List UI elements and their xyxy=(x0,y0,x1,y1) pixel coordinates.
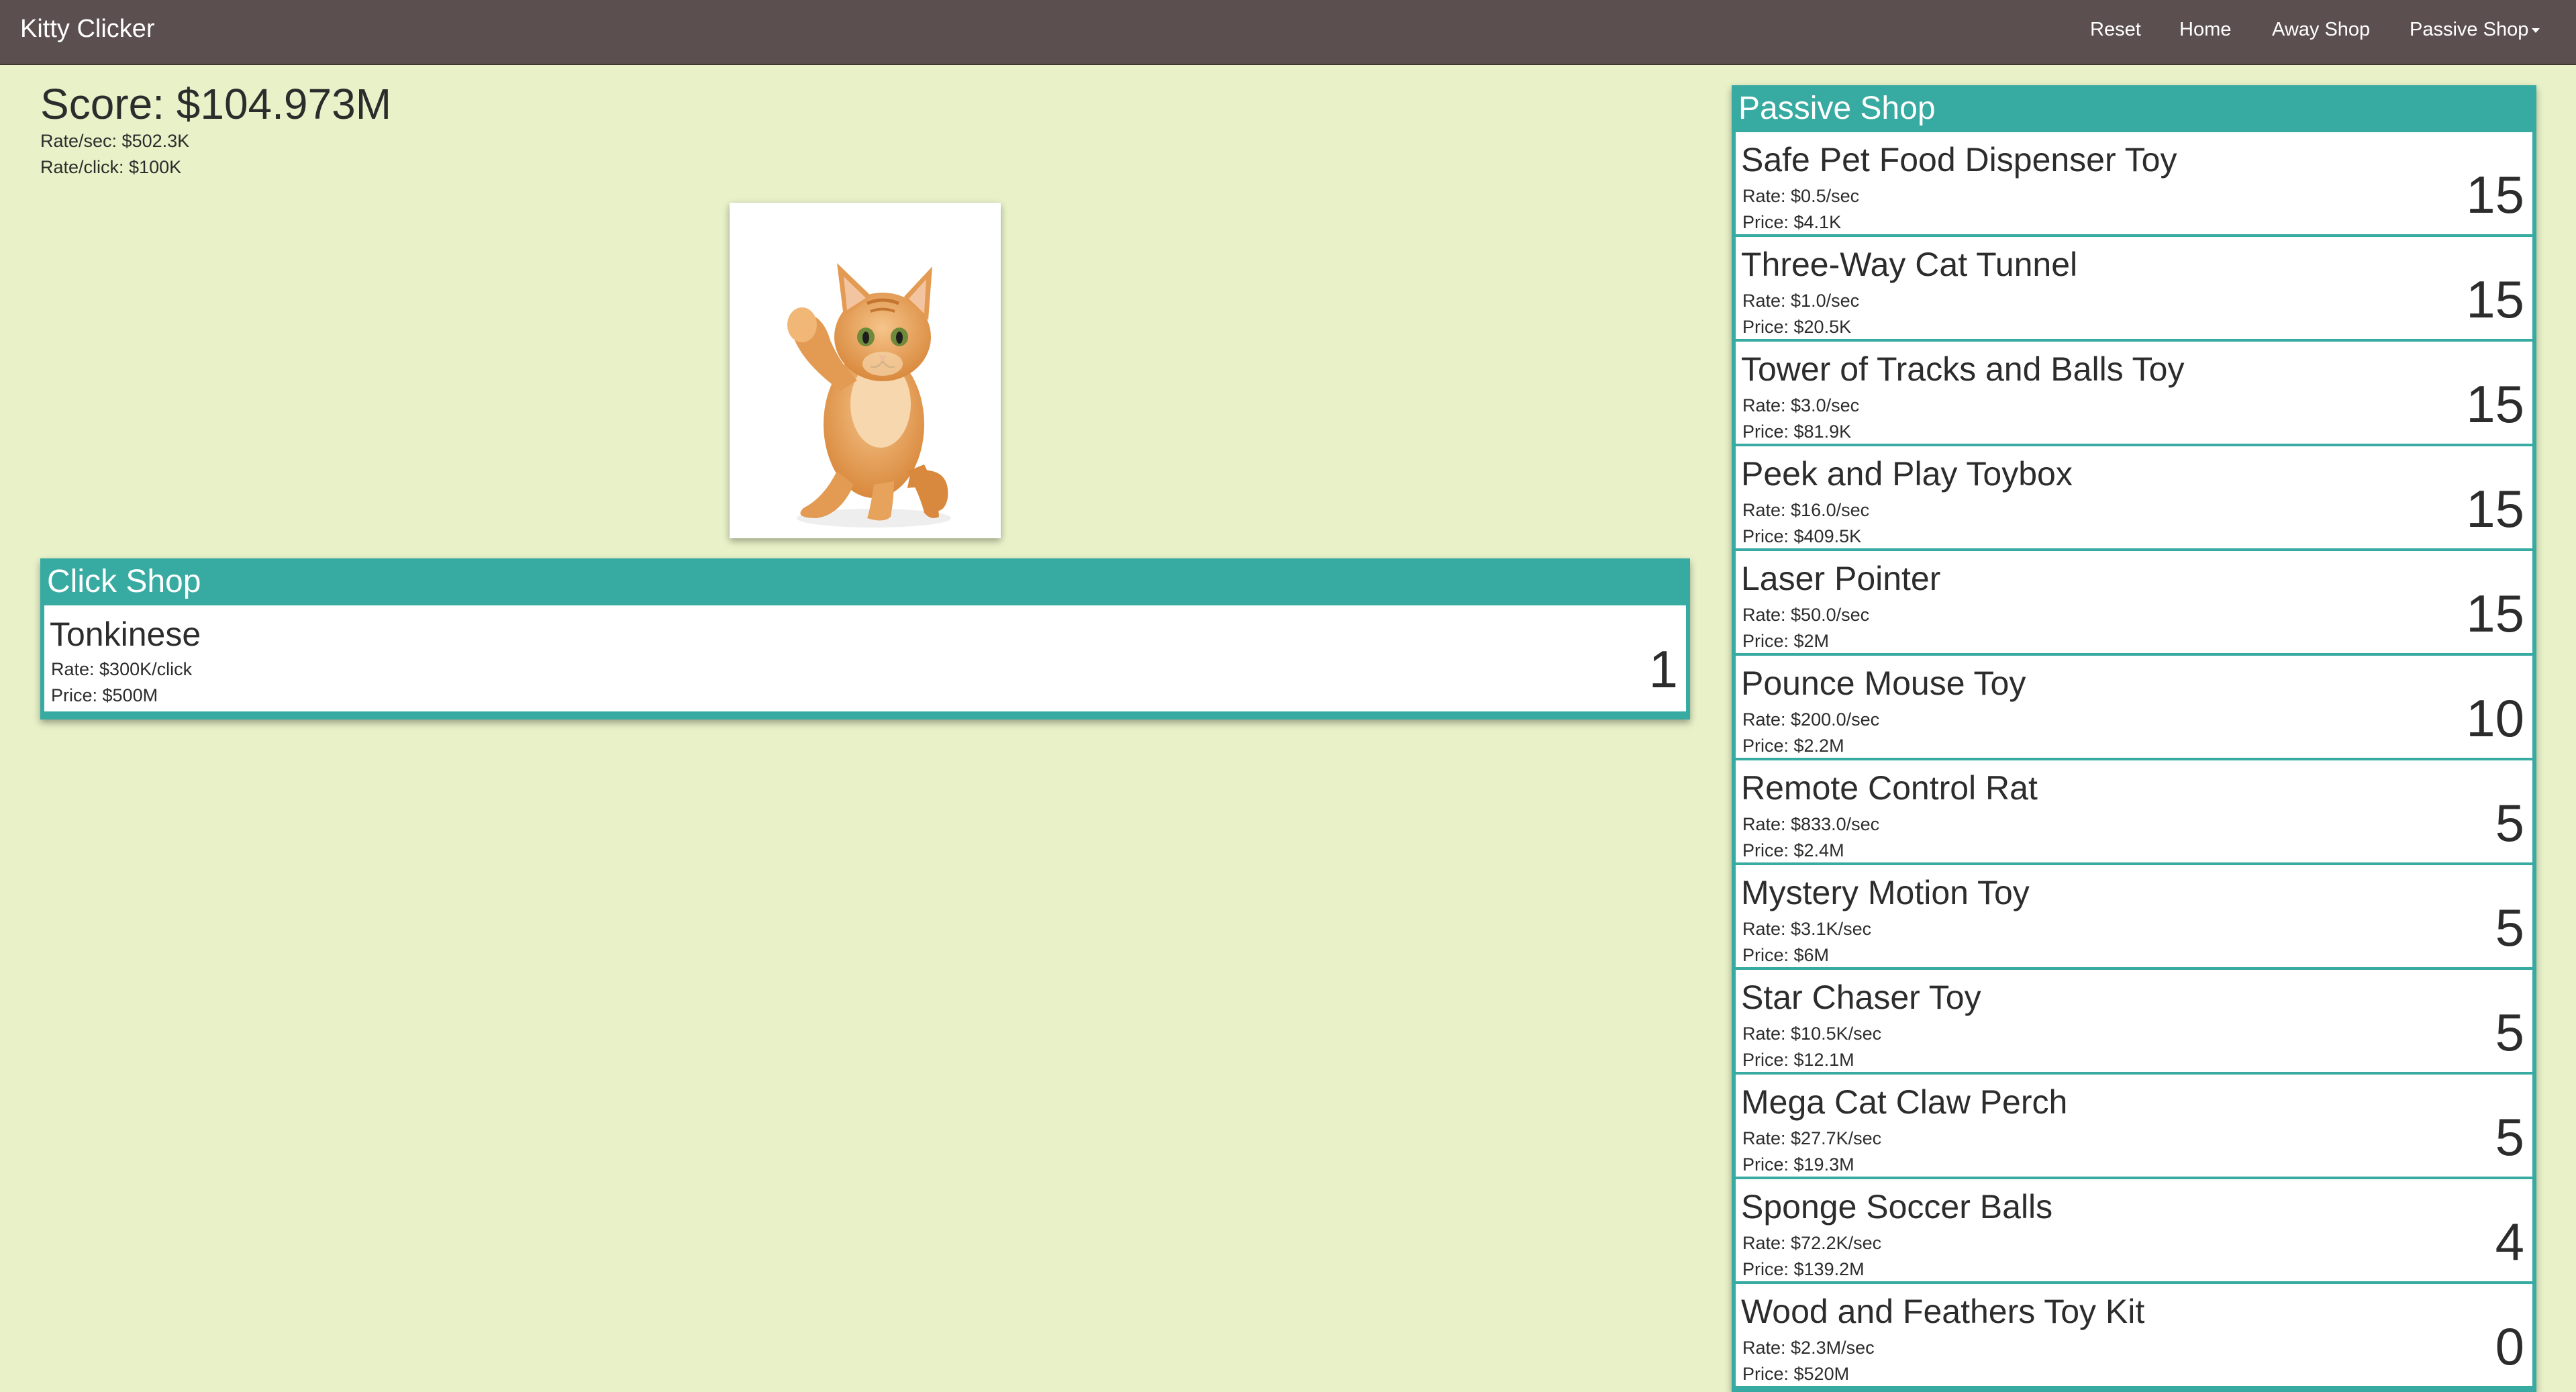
item-name: Tonkinese xyxy=(50,615,201,653)
item-rate: Rate: $0.5/sec xyxy=(1742,186,1860,206)
passive-shop-item[interactable]: Laser Pointer Rate: $50.0/sec Price: $2M… xyxy=(1736,551,2532,653)
passive-shop-title: Passive Shop xyxy=(1732,85,2536,132)
item-rate: Rate: $1.0/sec xyxy=(1742,291,1860,311)
item-rate: Rate: $300K/click xyxy=(51,659,193,679)
item-rate: Rate: $3.1K/sec xyxy=(1742,919,1872,939)
passive-shop-item[interactable]: Mystery Motion Toy Rate: $3.1K/sec Price… xyxy=(1736,865,2532,967)
item-price: Price: $12.1M xyxy=(1742,1050,1854,1070)
item-count: 5 xyxy=(2495,1003,2524,1062)
item-rate: Rate: $2.3M/sec xyxy=(1742,1338,1875,1358)
item-rate: Rate: $10.5K/sec xyxy=(1742,1024,1882,1044)
rate-per-click: Rate/click: $100K xyxy=(40,157,182,177)
item-name: Remote Control Rat xyxy=(1741,769,2038,807)
rate-per-sec: Rate/sec: $502.3K xyxy=(40,131,190,151)
kitten-image xyxy=(787,263,951,528)
item-name: Peek and Play Toybox xyxy=(1741,455,2073,493)
click-shop-item[interactable]: Tonkinese Rate: $300K/click Price: $500M… xyxy=(44,605,1686,711)
brand-link[interactable]: Kitty Clicker xyxy=(20,15,155,44)
item-rate: Rate: $50.0/sec xyxy=(1742,605,1870,625)
score-display: Score: $104.973M xyxy=(40,80,391,128)
item-price: Price: $19.3M xyxy=(1742,1154,1854,1175)
item-count: 15 xyxy=(2466,479,2524,538)
item-count: 15 xyxy=(2466,270,2524,329)
item-count: 5 xyxy=(2495,898,2524,957)
item-rate: Rate: $27.7K/sec xyxy=(1742,1128,1882,1148)
item-rate: Rate: $16.0/sec xyxy=(1742,500,1870,520)
item-price: Price: $20.5K xyxy=(1742,317,1852,337)
click-shop-panel: Click Shop Tonkinese Rate: $300K/click P… xyxy=(40,558,1690,719)
item-name: Laser Pointer xyxy=(1741,560,1941,597)
item-rate: Rate: $200.0/sec xyxy=(1742,709,1880,730)
item-name: Wood and Feathers Toy Kit xyxy=(1741,1293,2145,1330)
item-rate: Rate: $72.2K/sec xyxy=(1742,1233,1882,1253)
item-count: 5 xyxy=(2495,1107,2524,1166)
item-price: Price: $2.4M xyxy=(1742,840,1844,860)
item-price: Price: $139.2M xyxy=(1742,1259,1865,1279)
passive-shop-item[interactable]: Mega Cat Claw Perch Rate: $27.7K/sec Pri… xyxy=(1736,1075,2532,1177)
item-price: Price: $500M xyxy=(51,685,158,705)
item-price: Price: $4.1K xyxy=(1742,212,1842,232)
nav-passive-shop-label: Passive Shop xyxy=(2410,19,2529,40)
item-name: Pounce Mouse Toy xyxy=(1741,664,2026,702)
item-count: 15 xyxy=(2466,584,2524,643)
navbar: Kitty Clicker Reset Home Away Shop Passi… xyxy=(0,0,2576,65)
item-price: Price: $520M xyxy=(1742,1364,1850,1384)
nav-home-link[interactable]: Home xyxy=(2179,19,2231,41)
passive-shop-panel: Passive Shop Safe Pet Food Dispenser Toy… xyxy=(1732,85,2536,1392)
item-name: Mega Cat Claw Perch xyxy=(1741,1083,2068,1121)
item-name: Three-Way Cat Tunnel xyxy=(1741,246,2078,283)
item-name: Star Chaser Toy xyxy=(1741,979,1981,1016)
item-price: Price: $2M xyxy=(1742,631,1830,651)
passive-shop-item[interactable]: Safe Pet Food Dispenser Toy Rate: $0.5/s… xyxy=(1736,132,2532,234)
item-count: 1 xyxy=(1648,640,1678,699)
passive-shop-item[interactable]: Sponge Soccer Balls Rate: $72.2K/sec Pri… xyxy=(1736,1179,2532,1281)
item-price: Price: $409.5K xyxy=(1742,526,1862,546)
item-count: 15 xyxy=(2466,165,2524,224)
nav-passive-shop-dropdown[interactable]: Passive Shop xyxy=(2410,19,2540,41)
passive-shop-item[interactable]: Wood and Feathers Toy Kit Rate: $2.3M/se… xyxy=(1736,1284,2532,1386)
item-price: Price: $6M xyxy=(1742,945,1830,965)
passive-shop-item[interactable]: Remote Control Rat Rate: $833.0/sec Pric… xyxy=(1736,760,2532,862)
item-name: Sponge Soccer Balls xyxy=(1741,1188,2053,1226)
item-count: 15 xyxy=(2466,375,2524,434)
item-name: Safe Pet Food Dispenser Toy xyxy=(1741,141,2177,179)
passive-shop-item[interactable]: Three-Way Cat Tunnel Rate: $1.0/sec Pric… xyxy=(1736,237,2532,339)
item-count: 10 xyxy=(2466,689,2524,748)
item-rate: Rate: $833.0/sec xyxy=(1742,814,1880,834)
item-price: Price: $81.9K xyxy=(1742,421,1852,442)
item-count: 0 xyxy=(2495,1317,2524,1376)
item-price: Price: $2.2M xyxy=(1742,736,1844,756)
click-shop-title: Click Shop xyxy=(40,558,1690,605)
item-name: Tower of Tracks and Balls Toy xyxy=(1741,350,2185,388)
nav-away-shop-link[interactable]: Away Shop xyxy=(2272,19,2370,41)
caret-down-icon xyxy=(2532,28,2540,33)
item-name: Mystery Motion Toy xyxy=(1741,874,2030,911)
kitten-click-button[interactable] xyxy=(730,203,1001,538)
passive-shop-item[interactable]: Star Chaser Toy Rate: $10.5K/sec Price: … xyxy=(1736,970,2532,1072)
item-count: 4 xyxy=(2495,1212,2524,1271)
passive-shop-item[interactable]: Peek and Play Toybox Rate: $16.0/sec Pri… xyxy=(1736,446,2532,548)
nav-reset-link[interactable]: Reset xyxy=(2090,19,2141,41)
item-rate: Rate: $3.0/sec xyxy=(1742,395,1860,415)
passive-shop-item[interactable]: Tower of Tracks and Balls Toy Rate: $3.0… xyxy=(1736,342,2532,444)
item-count: 5 xyxy=(2495,793,2524,852)
passive-shop-item[interactable]: Pounce Mouse Toy Rate: $200.0/sec Price:… xyxy=(1736,656,2532,758)
